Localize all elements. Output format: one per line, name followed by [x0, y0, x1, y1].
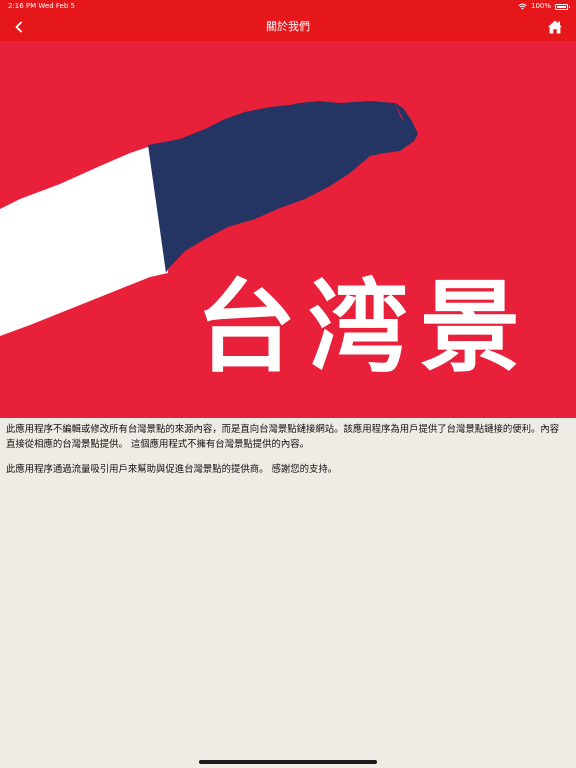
about-paragraph-1: 此應用程序不編輯或修改所有台灣景點的來源內容，而是直向台灣景點鏈接網站。該應用程… [6, 424, 560, 450]
wifi-icon [518, 3, 527, 10]
hero-banner-text: 台湾景 [196, 268, 532, 386]
battery-percentage: 100% [530, 2, 551, 10]
hero-banner: 台湾景 [0, 41, 576, 418]
status-right-group: 100% [518, 0, 570, 13]
home-indicator[interactable] [199, 760, 377, 764]
about-paragraph-2: 此應用程序通過流量吸引用戶來幫助與促進台灣景點的提供商。 感謝您的支持。 [6, 464, 338, 475]
battery-icon [555, 3, 570, 10]
page-title: 關於我們 [266, 20, 310, 33]
about-content: 此應用程序不編輯或修改所有台灣景點的來源內容，而是直向台灣景點鏈接網站。該應用程… [6, 422, 568, 487]
status-time-date: 2:16 PM Wed Feb 5 [8, 2, 75, 10]
home-icon[interactable] [547, 19, 563, 35]
navigation-bar: 關於我們 [0, 13, 576, 41]
status-bar: 2:16 PM Wed Feb 5 100% [0, 0, 576, 13]
battery-fill [557, 5, 566, 8]
